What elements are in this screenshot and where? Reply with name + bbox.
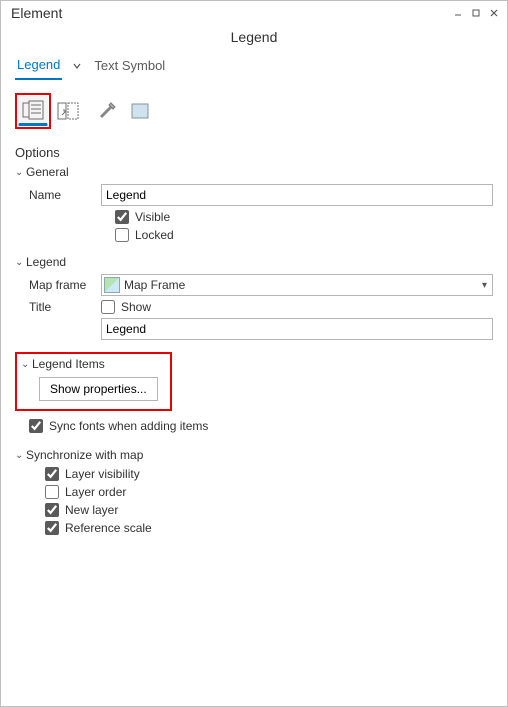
reference-scale-checkbox[interactable] bbox=[45, 521, 59, 535]
show-label: Show bbox=[121, 300, 151, 314]
layer-visibility-checkbox[interactable] bbox=[45, 467, 59, 481]
section-general[interactable]: ⌄ General bbox=[15, 162, 493, 182]
sync-fonts-checkbox[interactable] bbox=[29, 419, 43, 433]
visible-label: Visible bbox=[135, 210, 170, 224]
placement-icon[interactable] bbox=[125, 96, 155, 126]
locked-checkbox[interactable] bbox=[115, 228, 129, 242]
options-heading: Options bbox=[15, 145, 493, 160]
layer-order-checkbox[interactable] bbox=[45, 485, 59, 499]
tab-chevron-down-icon[interactable] bbox=[68, 60, 86, 74]
section-legend[interactable]: ⌄ Legend bbox=[15, 252, 493, 272]
visible-checkbox[interactable] bbox=[115, 210, 129, 224]
section-legend-label: Legend bbox=[26, 255, 66, 269]
new-layer-label: New layer bbox=[65, 503, 118, 517]
sync-fonts-label: Sync fonts when adding items bbox=[49, 419, 208, 433]
section-sync-map-label: Synchronize with map bbox=[26, 448, 143, 462]
legend-options-icon[interactable] bbox=[18, 96, 48, 126]
chevron-down-icon: ⌄ bbox=[15, 450, 25, 461]
reference-scale-label: Reference scale bbox=[65, 521, 152, 535]
chevron-down-icon: ⌄ bbox=[15, 257, 25, 268]
section-general-label: General bbox=[26, 165, 69, 179]
mapframe-label: Map frame bbox=[15, 278, 101, 292]
section-legend-items-label: Legend Items bbox=[32, 357, 105, 371]
layer-order-label: Layer order bbox=[65, 485, 126, 499]
tab-text-symbol[interactable]: Text Symbol bbox=[92, 54, 167, 79]
name-label: Name bbox=[15, 188, 101, 202]
chevron-down-icon: ⌄ bbox=[15, 167, 25, 178]
close-icon[interactable] bbox=[487, 6, 501, 20]
show-properties-button[interactable]: Show properties... bbox=[39, 377, 158, 401]
chevron-down-icon: ⌄ bbox=[21, 359, 31, 370]
dropdown-arrow-icon: ▾ bbox=[479, 280, 490, 291]
legend-arrangement-icon[interactable] bbox=[53, 96, 83, 126]
panel-title: Element bbox=[11, 5, 62, 21]
mapframe-select[interactable]: Map Frame ▾ bbox=[101, 274, 493, 296]
minimize-icon[interactable] bbox=[451, 6, 465, 20]
layer-visibility-label: Layer visibility bbox=[65, 467, 140, 481]
title-label: Title bbox=[15, 300, 101, 314]
mapframe-icon bbox=[104, 277, 120, 293]
section-legend-items[interactable]: ⌄ Legend Items bbox=[21, 357, 158, 373]
mapframe-value: Map Frame bbox=[124, 278, 479, 292]
name-input[interactable] bbox=[101, 184, 493, 206]
display-icon[interactable] bbox=[93, 96, 123, 126]
show-title-checkbox[interactable] bbox=[101, 300, 115, 314]
section-sync-map[interactable]: ⌄ Synchronize with map bbox=[15, 445, 493, 465]
locked-label: Locked bbox=[135, 228, 174, 242]
panel-subtitle: Legend bbox=[1, 25, 507, 53]
new-layer-checkbox[interactable] bbox=[45, 503, 59, 517]
restore-icon[interactable] bbox=[469, 6, 483, 20]
title-input[interactable] bbox=[101, 318, 493, 340]
tab-legend[interactable]: Legend bbox=[15, 53, 62, 80]
